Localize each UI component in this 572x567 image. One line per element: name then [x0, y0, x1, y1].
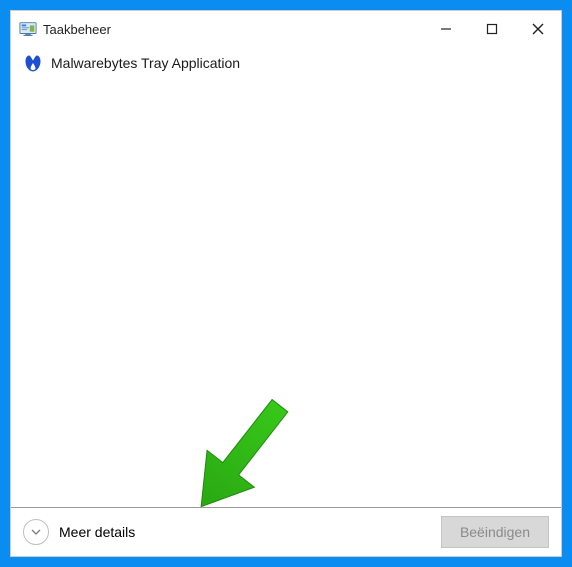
titlebar: Taakbeheer: [11, 11, 561, 45]
process-list: Malwarebytes Tray Application: [11, 45, 561, 507]
process-name: Malwarebytes Tray Application: [51, 55, 240, 71]
close-button[interactable]: [515, 17, 561, 41]
task-manager-icon: [19, 20, 37, 38]
footer: Meer details Beëindigen: [11, 507, 561, 556]
chevron-down-icon: [23, 519, 49, 545]
more-details-button[interactable]: Meer details: [23, 519, 135, 545]
maximize-button[interactable]: [469, 17, 515, 41]
process-row[interactable]: Malwarebytes Tray Application: [11, 47, 561, 79]
malwarebytes-icon: [23, 53, 43, 73]
more-details-label: Meer details: [59, 524, 135, 540]
window-title: Taakbeheer: [43, 22, 423, 37]
window-controls: [423, 17, 561, 41]
task-manager-window: Taakbeheer Malwarebytes Tray: [10, 10, 562, 557]
minimize-button[interactable]: [423, 17, 469, 41]
end-task-button[interactable]: Beëindigen: [441, 516, 549, 548]
